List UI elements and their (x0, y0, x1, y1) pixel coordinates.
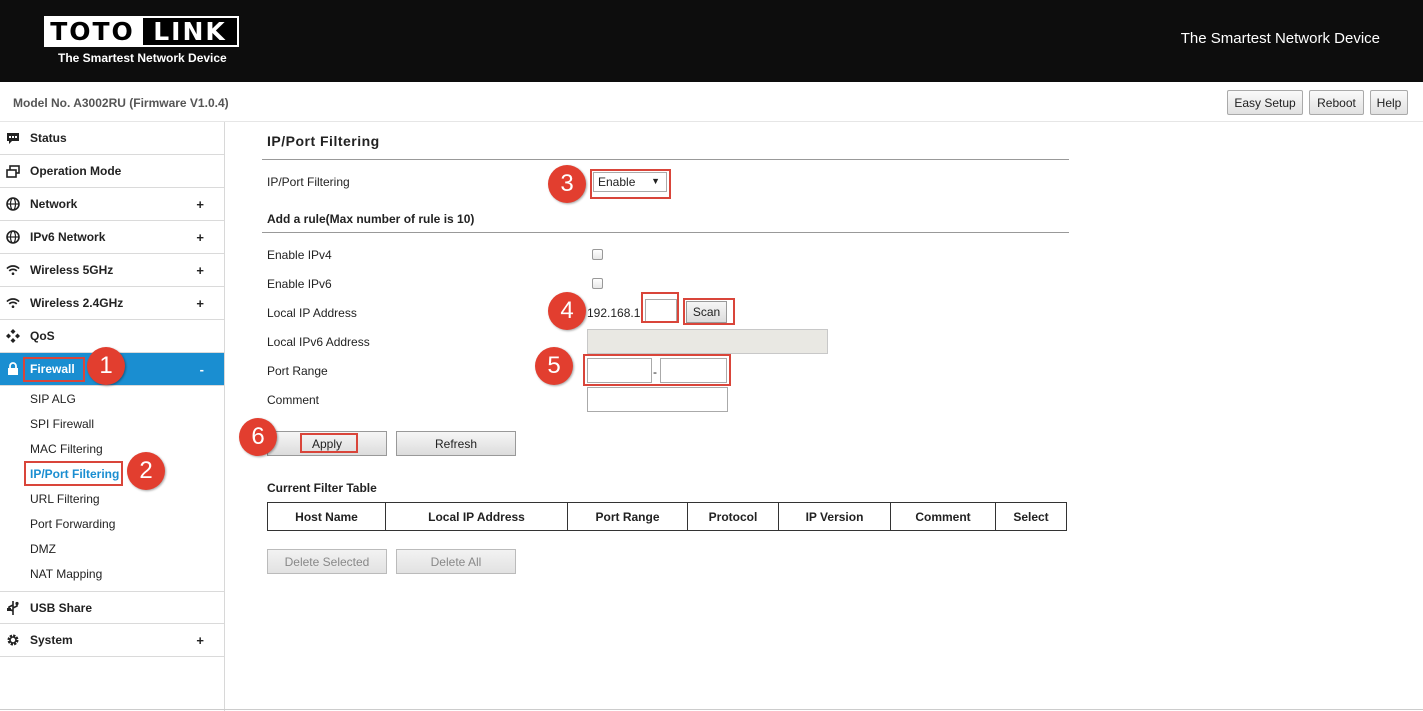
expand-icon: + (196, 633, 204, 648)
enable-ipv6-checkbox[interactable] (592, 278, 603, 289)
sidebar-item-label: IPv6 Network (30, 230, 106, 244)
easy-setup-button[interactable]: Easy Setup (1227, 90, 1303, 115)
annotation-badge-1: 1 (87, 347, 125, 385)
lock-icon (6, 362, 20, 376)
divider (262, 159, 1069, 160)
comment-label: Comment (267, 393, 320, 407)
expand-icon: + (196, 230, 204, 245)
globe-icon (6, 197, 20, 211)
sidebar-subitem-spi-firewall[interactable]: SPI Firewall (30, 417, 94, 431)
port-range-label: Port Range (267, 364, 328, 378)
sidebar-item-wireless-5ghz[interactable]: Wireless 5GHz + (0, 254, 224, 287)
footer-divider (0, 709, 1423, 710)
qos-icon (6, 329, 20, 343)
sidebar-subitem-dmz[interactable]: DMZ (30, 542, 56, 556)
annotation-highlight-ip-octet (641, 292, 679, 323)
enable-ipv4-label: Enable IPv4 (267, 248, 332, 262)
delete-all-button[interactable]: Delete All (396, 549, 516, 574)
sidebar-item-usb-share[interactable]: USB Share (0, 591, 224, 624)
logo-tagline: The Smartest Network Device (58, 51, 227, 65)
usb-icon (6, 600, 20, 615)
annotation-highlight-ip-port-filtering (24, 461, 123, 486)
refresh-button[interactable]: Refresh (396, 431, 516, 456)
header-bar: TOTO LINK The Smartest Network Device Th… (0, 0, 1423, 82)
reboot-button[interactable]: Reboot (1309, 90, 1364, 115)
local-ip-prefix: 192.168.1. (587, 306, 644, 320)
collapse-icon: - (199, 362, 204, 377)
sidebar-item-label: Status (30, 131, 67, 145)
sidebar-item-label: Wireless 5GHz (30, 263, 114, 277)
sidebar-item-label: QoS (30, 329, 55, 343)
logo-toto-text: TOTO (44, 16, 141, 47)
model-bar: Model No. A3002RU (Firmware V1.0.4) (0, 82, 1423, 122)
model-number: Model No. A3002RU (Firmware V1.0.4) (13, 96, 229, 110)
expand-icon: + (196, 197, 204, 212)
annotation-highlight-apply (300, 433, 358, 453)
sidebar-item-network[interactable]: Network + (0, 188, 224, 221)
enable-ipv4-checkbox[interactable] (592, 249, 603, 260)
sidebar-subitem-url-filtering[interactable]: URL Filtering (30, 492, 100, 506)
annotation-highlight-port-range (583, 354, 731, 386)
annotation-highlight-enable-select (590, 169, 671, 199)
gear-icon (6, 633, 20, 647)
ip-port-filtering-label: IP/Port Filtering (267, 175, 350, 189)
window-icon (6, 164, 20, 178)
sidebar-item-label: Network (30, 197, 78, 211)
sidebar-subitem-nat-mapping[interactable]: NAT Mapping (30, 567, 102, 581)
sidebar-item-ipv6-network[interactable]: IPv6 Network + (0, 221, 224, 254)
annotation-badge-6: 6 (239, 418, 277, 456)
sidebar-item-status[interactable]: Status (0, 122, 224, 155)
sidebar-subitem-mac-filtering[interactable]: MAC Filtering (30, 442, 103, 456)
delete-selected-button[interactable]: Delete Selected (267, 549, 387, 574)
chat-icon (6, 131, 20, 145)
filter-table-heading: Current Filter Table (267, 481, 377, 495)
sidebar-item-system[interactable]: System + (0, 624, 224, 657)
table-header-local-ip: Local IP Address (386, 503, 568, 530)
divider (262, 232, 1069, 233)
sidebar: Status Operation Mode Network + IPv6 Net… (0, 122, 225, 711)
expand-icon: + (196, 296, 204, 311)
page-title: IP/Port Filtering (267, 133, 380, 149)
sidebar-item-label: Wireless 2.4GHz (30, 296, 124, 310)
annotation-badge-5: 5 (535, 347, 573, 385)
comment-input[interactable] (587, 387, 728, 412)
globe-icon (6, 230, 20, 244)
local-ipv6-input[interactable] (587, 329, 828, 354)
annotation-badge-3: 3 (548, 165, 586, 203)
wifi-icon (6, 296, 20, 310)
sidebar-item-operation-mode[interactable]: Operation Mode (0, 155, 224, 188)
sidebar-item-wireless-24ghz[interactable]: Wireless 2.4GHz + (0, 287, 224, 320)
add-rule-heading: Add a rule(Max number of rule is 10) (267, 212, 475, 226)
local-ipv6-label: Local IPv6 Address (267, 335, 370, 349)
table-header-ip-version: IP Version (779, 503, 891, 530)
totolink-logo: TOTO LINK The Smartest Network Device (44, 16, 239, 66)
annotation-highlight-scan (683, 298, 735, 325)
sidebar-item-label: USB Share (30, 600, 93, 615)
filter-table: Host Name Local IP Address Port Range Pr… (267, 502, 1067, 531)
wifi-icon (6, 263, 20, 277)
table-header-port-range: Port Range (568, 503, 688, 530)
annotation-highlight-firewall (23, 357, 85, 382)
help-button[interactable]: Help (1370, 90, 1408, 115)
header-tagline: The Smartest Network Device (1180, 30, 1380, 47)
expand-icon: + (196, 263, 204, 278)
sidebar-subitem-sip-alg[interactable]: SIP ALG (30, 392, 76, 406)
table-header-comment: Comment (891, 503, 996, 530)
annotation-badge-4: 4 (548, 292, 586, 330)
table-header-protocol: Protocol (688, 503, 779, 530)
sidebar-item-label: Operation Mode (30, 164, 122, 178)
enable-ipv6-label: Enable IPv6 (267, 277, 332, 291)
annotation-badge-2: 2 (127, 452, 165, 490)
table-header-select: Select (1013, 509, 1049, 524)
logo-link-text: LINK (141, 16, 239, 47)
sidebar-item-label: System (30, 633, 73, 647)
sidebar-subitem-port-forwarding[interactable]: Port Forwarding (30, 517, 115, 531)
table-header-host-name: Host Name (268, 503, 386, 530)
local-ip-label: Local IP Address (267, 306, 357, 320)
